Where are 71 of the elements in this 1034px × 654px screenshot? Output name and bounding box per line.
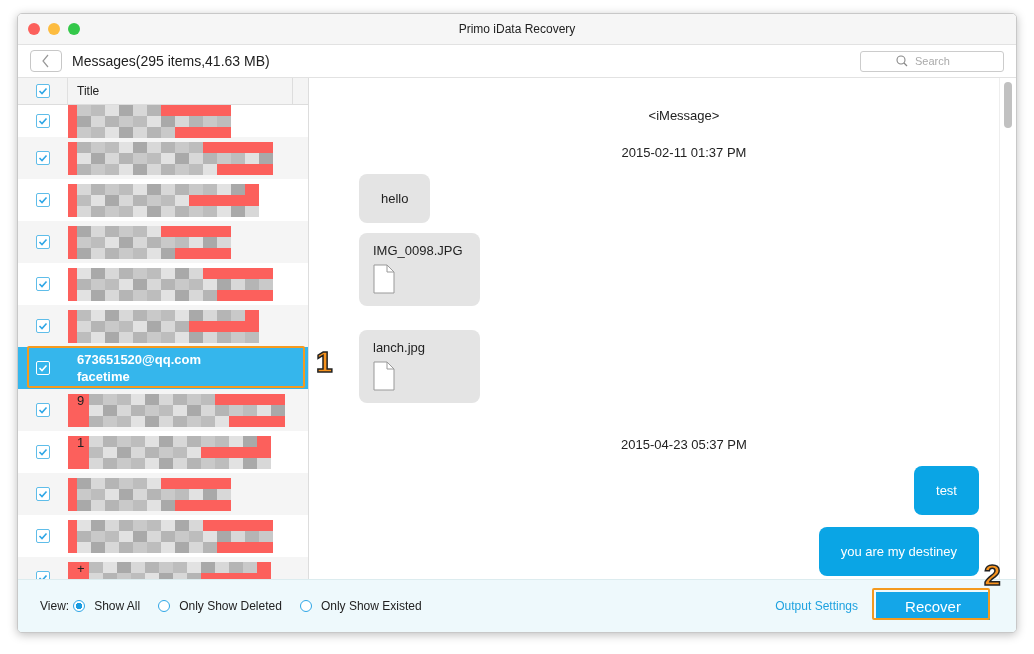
checkmark-icon	[37, 236, 49, 248]
thread-title: 673651520@qq.com	[77, 351, 201, 368]
thread-title-fragment: 9	[77, 391, 85, 409]
select-all-checkbox[interactable]	[35, 84, 50, 98]
checkbox[interactable]	[36, 151, 50, 165]
messages-heading: Messages(295 items,41.63 MB)	[72, 53, 271, 69]
minimize-button[interactable]	[48, 23, 60, 35]
checkbox[interactable]	[36, 487, 50, 501]
service-label: <iMessage>	[648, 108, 720, 123]
checkmark-icon	[37, 446, 49, 458]
option-label: Show All	[94, 599, 141, 613]
checkmark-icon	[36, 85, 49, 97]
view-label: View:	[40, 599, 70, 613]
incoming-attachment-bubble[interactable]: IMG_0098.JPG	[359, 233, 480, 306]
radio-button[interactable]	[158, 600, 171, 612]
checkbox[interactable]	[36, 529, 50, 543]
thread-title-fragment: +	[77, 559, 85, 577]
message-thread-item[interactable]: 9	[18, 389, 308, 431]
incoming-attachment-bubble[interactable]: lanch.jpg	[359, 330, 480, 403]
timestamp: 2015-02-11 01:37 PM	[621, 145, 747, 160]
scrollbar-thumb[interactable]	[1004, 82, 1012, 128]
zoom-button[interactable]	[68, 23, 80, 35]
message-thread-item[interactable]	[18, 221, 308, 263]
view-option[interactable]: Show All	[73, 599, 141, 613]
message-text: test	[936, 483, 957, 498]
document-icon	[373, 361, 395, 391]
search-icon	[896, 54, 908, 67]
checkbox[interactable]	[36, 445, 50, 459]
message-thread-item[interactable]	[18, 305, 308, 347]
message-thread-item[interactable]: +	[18, 557, 308, 579]
window-title: Primo iData Recovery	[458, 22, 576, 36]
view-option[interactable]: Only Show Existed	[299, 599, 422, 613]
close-button[interactable]	[28, 23, 40, 35]
checkmark-icon	[37, 488, 49, 500]
back-button[interactable]	[30, 50, 62, 72]
option-label: Only Show Existed	[320, 599, 422, 613]
recover-button[interactable]: Recover	[876, 592, 990, 620]
radio-button[interactable]	[73, 600, 86, 612]
checkbox[interactable]	[36, 193, 50, 207]
attachment-name: IMG_0098.JPG	[373, 243, 463, 258]
search-field[interactable]: Search	[860, 50, 1004, 72]
thread-subtitle: facetime	[77, 368, 131, 385]
output-settings-link[interactable]: Output Settings	[775, 599, 858, 613]
view-option[interactable]: Only Show Deleted	[158, 599, 282, 613]
step-number: 1	[316, 347, 333, 377]
column-header: Title	[76, 84, 101, 98]
radio-button[interactable]	[299, 600, 312, 612]
document-icon	[373, 264, 395, 294]
checkbox[interactable]	[36, 319, 50, 333]
message-thread-item[interactable]	[18, 473, 308, 515]
checkbox[interactable]	[36, 277, 50, 291]
checkmark-icon	[37, 530, 49, 542]
checkbox[interactable]	[36, 235, 50, 249]
checkmark-icon	[37, 278, 49, 290]
checkmark-icon	[37, 320, 49, 332]
checkbox[interactable]	[36, 114, 50, 128]
option-label: Only Show Deleted	[179, 599, 282, 613]
message-text: hello	[381, 191, 409, 206]
attachment-name: lanch.jpg	[373, 340, 426, 355]
step-number: 2	[984, 560, 1001, 590]
checkbox[interactable]	[36, 403, 50, 417]
timestamp: 2015-04-23 05:37 PM	[621, 437, 747, 452]
thread-title-fragment: 1	[77, 433, 85, 451]
checkmark-icon	[37, 152, 49, 164]
message-text: you are my destiney	[840, 544, 957, 559]
checkmark-icon	[37, 362, 49, 374]
checkmark-icon	[37, 115, 49, 127]
checkmark-icon	[37, 194, 49, 206]
message-thread-item[interactable]	[18, 137, 308, 179]
chevron-left-icon	[41, 54, 51, 68]
checkmark-icon	[37, 404, 49, 416]
